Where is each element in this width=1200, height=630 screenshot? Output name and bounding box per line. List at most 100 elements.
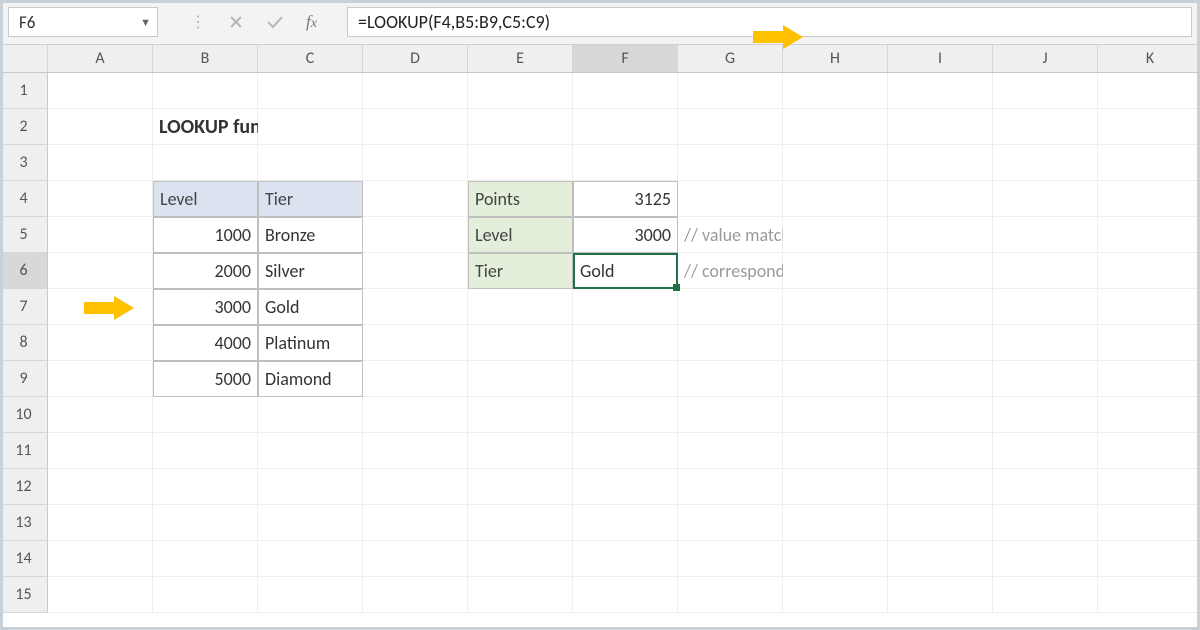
cell[interactable] — [363, 541, 468, 577]
cell[interactable] — [258, 577, 363, 613]
cell[interactable] — [258, 433, 363, 469]
cell[interactable] — [783, 109, 888, 145]
cell[interactable] — [153, 397, 258, 433]
cell[interactable] — [258, 109, 363, 145]
cell[interactable] — [678, 73, 783, 109]
cell[interactable] — [1098, 181, 1200, 217]
cell[interactable] — [888, 145, 993, 181]
cell[interactable] — [1098, 73, 1200, 109]
lookup-level[interactable]: 5000 — [153, 361, 258, 397]
cell[interactable] — [993, 253, 1098, 289]
cell[interactable] — [363, 433, 468, 469]
cell[interactable] — [363, 577, 468, 613]
cell[interactable] — [678, 325, 783, 361]
cell[interactable] — [1098, 505, 1200, 541]
cell[interactable] — [258, 469, 363, 505]
cell[interactable] — [573, 577, 678, 613]
cell[interactable] — [888, 73, 993, 109]
cell[interactable] — [153, 433, 258, 469]
cell[interactable] — [48, 73, 153, 109]
lookup-tier[interactable]: Silver — [258, 253, 363, 289]
cell[interactable] — [783, 217, 888, 253]
cancel-icon[interactable] — [228, 14, 244, 30]
lookup-level[interactable]: 4000 — [153, 325, 258, 361]
cell[interactable] — [783, 181, 888, 217]
col-header[interactable]: B — [153, 45, 258, 72]
col-header[interactable]: J — [993, 45, 1098, 72]
cell[interactable] — [48, 145, 153, 181]
cell[interactable] — [573, 289, 678, 325]
result-label[interactable]: Tier — [468, 253, 573, 289]
row-header[interactable]: 11 — [0, 433, 48, 469]
cell[interactable] — [363, 73, 468, 109]
cell[interactable] — [468, 109, 573, 145]
cell[interactable] — [1098, 289, 1200, 325]
cell[interactable] — [573, 145, 678, 181]
cell[interactable] — [468, 289, 573, 325]
row-header[interactable]: 2 — [0, 109, 48, 145]
cell[interactable] — [468, 433, 573, 469]
cell[interactable] — [888, 397, 993, 433]
col-header[interactable]: A — [48, 45, 153, 72]
cell[interactable] — [1098, 469, 1200, 505]
cell[interactable] — [1098, 253, 1200, 289]
cell[interactable] — [48, 541, 153, 577]
cell[interactable] — [993, 433, 1098, 469]
cell[interactable] — [678, 289, 783, 325]
cell[interactable] — [993, 289, 1098, 325]
cell[interactable] — [888, 541, 993, 577]
cell[interactable] — [1098, 325, 1200, 361]
cell[interactable] — [363, 217, 468, 253]
cell[interactable] — [783, 469, 888, 505]
cell[interactable] — [573, 433, 678, 469]
cell[interactable] — [783, 145, 888, 181]
cell[interactable] — [153, 469, 258, 505]
cell[interactable] — [573, 109, 678, 145]
cell[interactable] — [48, 361, 153, 397]
row-header[interactable]: 13 — [0, 505, 48, 541]
cell[interactable] — [888, 505, 993, 541]
cell[interactable] — [153, 577, 258, 613]
cell[interactable] — [1098, 397, 1200, 433]
cell[interactable] — [573, 469, 678, 505]
cell[interactable] — [678, 145, 783, 181]
cell[interactable] — [573, 73, 678, 109]
enter-icon[interactable] — [266, 14, 284, 30]
cell[interactable] — [1098, 541, 1200, 577]
cell[interactable] — [888, 217, 993, 253]
chevron-down-icon[interactable]: ▼ — [140, 16, 151, 29]
cell[interactable] — [1098, 577, 1200, 613]
table-header-tier[interactable]: Tier — [258, 181, 363, 217]
cell[interactable] — [678, 505, 783, 541]
cell[interactable] — [573, 325, 678, 361]
cell[interactable] — [363, 109, 468, 145]
cell[interactable] — [468, 541, 573, 577]
col-header[interactable]: F — [573, 45, 678, 72]
cell[interactable] — [678, 469, 783, 505]
cell[interactable] — [363, 181, 468, 217]
cell[interactable] — [573, 505, 678, 541]
cell[interactable] — [678, 541, 783, 577]
cell[interactable] — [573, 397, 678, 433]
row-header[interactable]: 4 — [0, 181, 48, 217]
row-header[interactable]: 8 — [0, 325, 48, 361]
cell[interactable] — [783, 73, 888, 109]
cell[interactable] — [783, 505, 888, 541]
fx-icon[interactable]: fx — [306, 12, 333, 32]
cell[interactable] — [783, 397, 888, 433]
cell[interactable] — [993, 73, 1098, 109]
cell[interactable] — [1098, 145, 1200, 181]
cell[interactable] — [993, 541, 1098, 577]
active-cell-result[interactable]: Gold — [573, 253, 678, 289]
cell[interactable] — [363, 505, 468, 541]
cell[interactable] — [363, 289, 468, 325]
cell[interactable] — [783, 325, 888, 361]
cell[interactable] — [468, 505, 573, 541]
row-header[interactable]: 12 — [0, 469, 48, 505]
table-header-level[interactable]: Level — [153, 181, 258, 217]
cell[interactable] — [888, 577, 993, 613]
cell[interactable] — [153, 505, 258, 541]
row-header[interactable]: 14 — [0, 541, 48, 577]
cell[interactable] — [678, 109, 783, 145]
result-value[interactable]: 3125 — [573, 181, 678, 217]
